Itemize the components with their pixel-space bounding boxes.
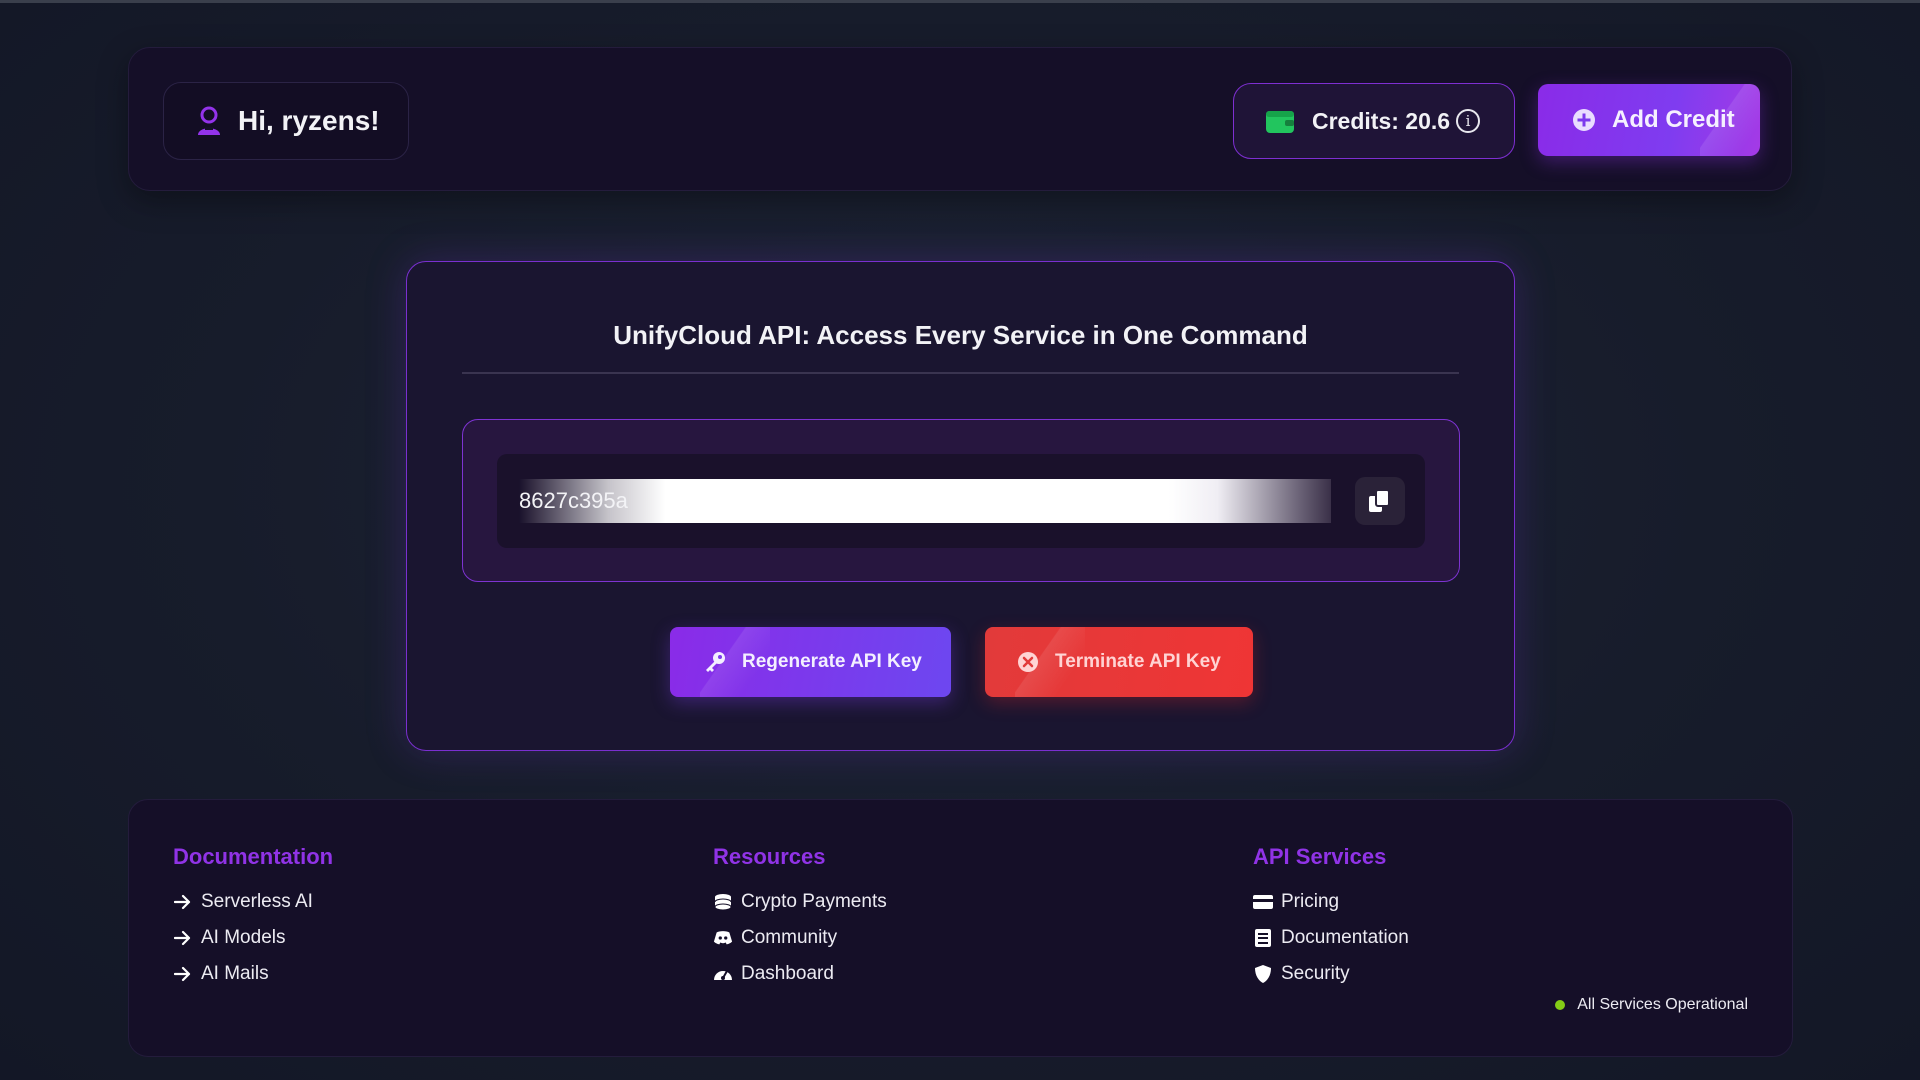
status-dot-icon [1555,1000,1566,1010]
footer-documentation-column: Documentation Serverless AI AI Models AI… [173,844,333,992]
footer-api-services-column: API Services Pricing Documentation Secur… [1253,844,1409,992]
book-icon [1253,928,1273,948]
link-community[interactable]: Community [713,920,887,956]
footer-resources-column: Resources Crypto Payments Community Dash… [713,844,887,992]
link-api-documentation[interactable]: Documentation [1253,920,1409,956]
link-serverless-ai[interactable]: Serverless AI [173,884,333,920]
header-bar: Hi, ryzens! Credits: 20.6 i Add Credit [128,47,1792,191]
footer: Documentation Serverless AI AI Models AI… [128,799,1793,1057]
card-title: UnifyCloud API: Access Every Service in … [613,320,1308,350]
credit-card-icon [1253,892,1273,912]
regenerate-api-key-button[interactable]: Regenerate API Key [670,627,951,697]
card-divider [462,372,1459,374]
info-icon[interactable]: i [1456,109,1481,133]
credits-display: Credits: 20.6 i [1233,83,1515,159]
link-label: Security [1281,963,1350,984]
service-status: All Services Operational [1555,996,1748,1014]
arrow-right-icon [173,928,193,948]
link-crypto-payments[interactable]: Crypto Payments [713,884,887,920]
key-icon [706,652,725,672]
api-key-box: 8627c395a [462,419,1460,582]
greeting-text: Hi, ryzens! [238,105,380,136]
arrow-right-icon [173,964,193,984]
add-credit-label: Add Credit [1612,106,1735,133]
resources-title: Resources [713,844,826,869]
api-key-container: 8627c395a [497,454,1425,548]
link-pricing[interactable]: Pricing [1253,884,1409,920]
api-key-field[interactable]: 8627c395a [519,479,1331,523]
status-text: All Services Operational [1577,996,1748,1013]
regenerate-label: Regenerate API Key [742,651,922,672]
plus-circle-icon [1573,109,1595,131]
gauge-icon [713,964,733,984]
user-greeting: Hi, ryzens! [163,82,409,160]
link-label: AI Models [201,927,286,948]
link-label: Community [741,927,838,948]
coins-icon [713,892,733,912]
credits-label: Credits: 20.6 [1312,107,1451,134]
api-key-value: 8627c395a [519,488,628,513]
shield-icon [1253,964,1273,984]
terminate-label: Terminate API Key [1055,651,1221,672]
link-ai-mails[interactable]: AI Mails [173,956,333,992]
link-label: AI Mails [201,963,269,984]
link-ai-models[interactable]: AI Models [173,920,333,956]
wallet-icon [1266,111,1294,133]
api-key-card: UnifyCloud API: Access Every Service in … [406,261,1515,751]
link-label: Serverless AI [201,891,313,912]
x-circle-icon [1018,652,1038,672]
link-security[interactable]: Security [1253,956,1409,992]
arrow-right-icon [173,892,193,912]
add-credit-button[interactable]: Add Credit [1538,84,1760,156]
copy-button[interactable] [1355,477,1405,525]
terminate-api-key-button[interactable]: Terminate API Key [985,627,1253,697]
user-icon [198,106,220,135]
link-label: Documentation [1281,927,1409,948]
link-dashboard[interactable]: Dashboard [713,956,887,992]
link-label: Dashboard [741,963,834,984]
top-border [0,0,1920,3]
link-label: Pricing [1281,891,1340,912]
copy-icon [1369,489,1390,512]
api-services-title: API Services [1253,844,1387,869]
documentation-title: Documentation [173,844,334,869]
discord-icon [713,928,733,948]
link-label: Crypto Payments [741,891,887,912]
